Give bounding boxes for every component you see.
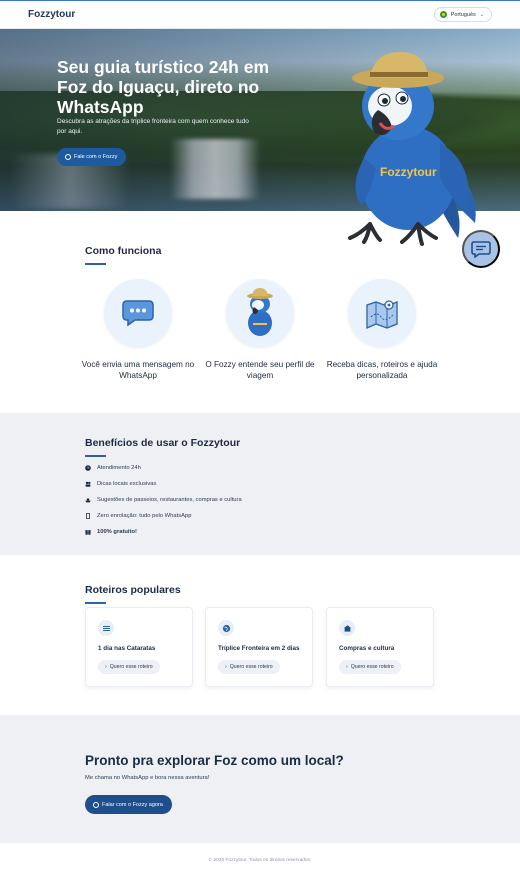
chat-floating-button[interactable] [462,230,500,268]
step-text: O Fozzy entende seu perfil de viagem [205,360,315,380]
copyright-text: © 2025 Fozzytour. Todos os direitos rese… [208,857,312,863]
step-send-message: Você envia uma mensagem no WhatsApp [78,279,198,381]
language-label: Português [450,11,476,18]
chevron-right-icon: › [105,664,107,670]
benefit-item: 100% gratuito! [85,524,242,540]
popular-routes-title: Roteiros populares [85,584,181,596]
talk-to-fozzy-now-button[interactable]: Falar com o Fozzy agora [85,795,172,814]
step-fozzy-understands: O Fozzy entende seu perfil de viagem [200,279,320,381]
talk-to-fozzy-button[interactable]: Fale com o Fozzy [57,148,127,166]
whatsapp-icon [93,801,99,808]
mascot-shirt-text: Fozzytour [380,165,437,179]
benefits-title: Benefícios de usar o Fozzytour [85,437,241,449]
benefits-section: Benefícios de usar o Fozzytour Atendimen… [0,413,520,555]
benefit-item: Dicas locais exclusivas [85,476,242,492]
want-this-route-button[interactable]: › Quero esse roteiro [218,660,280,674]
step-text: Você envia uma mensagem no WhatsApp [81,360,195,380]
how-it-works-title: Como funciona [85,245,162,257]
route-card-shopping-culture: Compras e cultura › Quero esse roteiro [326,607,434,687]
benefit-item: Zero enrolação: tudo pelo WhatsApp [85,508,242,524]
globe-icon [222,624,230,632]
hero-subtitle: Descubra as atrações da tríplice frontei… [57,118,249,135]
waves-icon [102,625,110,631]
route-card-triplice: Tríplice Fronteira em 2 dias › Quero ess… [205,607,313,687]
chevron-right-icon: › [346,664,348,670]
chevron-down-icon: ⌄ [479,11,484,18]
whatsapp-icon [65,154,71,160]
benefit-item: Atendimento 24h [85,460,242,476]
mascot-icon [247,288,273,336]
title-underline [85,263,106,265]
benefits-list: Atendimento 24h Dicas locais exclusivas … [85,460,242,540]
call-to-action-section: Pronto pra explorar Foz como um local? M… [0,715,520,843]
chevron-right-icon: › [225,664,227,670]
talk-to-fozzy-label: Fale com o Fozzy [74,154,118,160]
mascot-macaw-illustration: Fozzytour [348,52,476,246]
title-underline [85,602,106,604]
gift-icon [85,530,91,535]
route-card-title: Tríplice Fronteira em 2 dias [218,645,300,652]
brand-logo[interactable]: Fozzytour [28,9,75,20]
top-navbar: Fozzytour Português ⌄ [0,0,520,29]
step-text: Receba dicas, roteiros e ajuda personali… [326,360,438,380]
landmark-icon [343,624,351,632]
ship-icon [85,498,91,503]
want-this-route-button[interactable]: › Quero esse roteiro [98,660,160,674]
footer: © 2025 Fozzytour. Todos os direitos rese… [0,843,520,877]
popular-routes-section: Roteiros populares 1 dia nas Cataratas ›… [0,555,520,715]
title-underline [85,455,106,457]
language-selector[interactable]: Português ⌄ [433,7,492,22]
route-card-cataratas: 1 dia nas Cataratas › Quero esse roteiro [85,607,193,687]
route-card-title: Compras e cultura [339,645,395,652]
chat-icon [471,241,491,258]
people-icon [85,481,91,487]
hero-title: Seu guia turístico 24h em Foz do Iguaçu,… [57,57,269,117]
cta-title: Pronto pra explorar Foz como um local? [85,753,344,768]
route-card-title: 1 dia nas Cataratas [98,645,156,652]
clock-icon [85,465,91,471]
benefit-item: Sugestões de passeios, restaurantes, com… [85,492,242,508]
cta-subtitle: Me chama no WhatsApp e bora nessa aventu… [85,775,210,781]
step-receive-tips: Receba dicas, roteiros e ajuda personali… [322,279,442,381]
phone-icon [86,513,90,519]
chat-bubble-icon [122,300,154,327]
brazil-flag-icon [439,11,447,18]
map-icon [366,300,398,329]
want-this-route-button[interactable]: › Quero esse roteiro [339,660,401,674]
